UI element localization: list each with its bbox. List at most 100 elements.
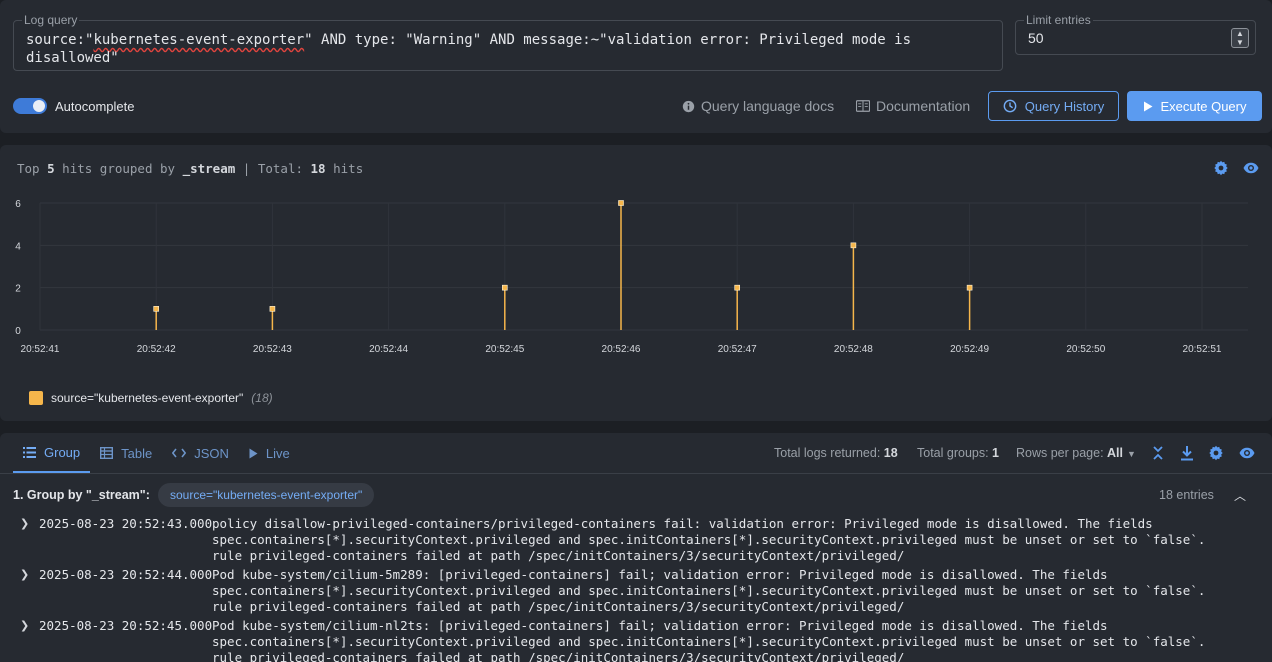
summary-mid: hits grouped by [54, 161, 183, 176]
toggle-knob [33, 100, 45, 112]
chevron-right-icon[interactable]: ❯ [20, 567, 29, 583]
logs-settings-gear-icon[interactable] [1208, 445, 1224, 461]
hits-chart: 0 2 4 6 20:52:41 20:52:42 20:52:43 20:52:44 20:5… [15, 199, 1248, 355]
x-tick-label: 20:52:50 [1066, 344, 1105, 355]
total-groups-stat: Total groups: 1 [917, 446, 999, 460]
stepper-up-icon[interactable]: ▲ [1232, 29, 1248, 38]
autocomplete-label: Autocomplete [55, 99, 135, 114]
logs-visibility-eye-icon[interactable] [1239, 445, 1255, 461]
collapse-all-icon[interactable] [1150, 445, 1166, 461]
legend-series-count: (18) [251, 391, 273, 405]
download-icon[interactable] [1179, 445, 1195, 461]
log-timestamp: 2025-08-23 20:52:43.000 [39, 516, 213, 531]
documentation-link[interactable]: Documentation [856, 98, 970, 114]
clock-icon [1003, 99, 1017, 113]
total-groups-label: Total groups: [917, 446, 993, 460]
total-groups-value: 1 [992, 446, 999, 460]
log-query-legend: Log query [22, 13, 80, 27]
log-query-input[interactable]: source:"kubernetes-event-exporter" AND t… [26, 31, 976, 67]
legend-series-label: source="kubernetes-event-exporter" [51, 391, 244, 405]
chart-point[interactable] [269, 306, 276, 312]
query-panel: Log query source:"kubernetes-event-expor… [0, 0, 1272, 133]
execute-query-button[interactable]: Execute Query [1127, 91, 1262, 121]
stepper-down-icon[interactable]: ▼ [1232, 38, 1248, 47]
chevron-right-icon[interactable]: ❯ [20, 516, 29, 532]
autocomplete-toggle[interactable] [13, 98, 47, 114]
chevron-right-icon[interactable]: ❯ [20, 618, 29, 634]
log-message: Pod kube-system/cilium-nl2ts: [privilege… [212, 618, 1206, 662]
tab-json-label: JSON [194, 445, 229, 461]
limit-entries-input[interactable]: 50 [1028, 30, 1044, 46]
total-logs-stat: Total logs returned: 18 [774, 446, 898, 460]
x-tick-label: 20:52:48 [834, 344, 873, 355]
log-message: Pod kube-system/cilium-5m289: [privilege… [212, 567, 1206, 614]
log-query-field[interactable]: Log query source:"kubernetes-event-expor… [13, 13, 1003, 71]
chart-point[interactable] [966, 284, 973, 291]
info-icon [682, 100, 695, 112]
query-text-before: source:" [26, 32, 94, 48]
tab-json[interactable]: JSON [162, 433, 239, 473]
log-timestamp: 2025-08-23 20:52:45.000 [39, 618, 213, 633]
y-tick-label: 6 [15, 199, 21, 210]
limit-entries-legend: Limit entries [1024, 13, 1093, 27]
summary-sep: | Total: [235, 161, 311, 176]
legend-swatch [29, 391, 43, 405]
chart-visibility-eye-icon[interactable] [1243, 160, 1259, 176]
play-icon [249, 448, 258, 458]
x-tick-label: 20:52:47 [718, 344, 757, 355]
summary-total: 18 [310, 161, 326, 176]
chart-legend[interactable]: source="kubernetes-event-exporter" (18) [29, 391, 273, 405]
tab-table-label: Table [121, 445, 153, 461]
code-icon [172, 448, 187, 458]
total-logs-value: 18 [883, 446, 898, 460]
y-tick-label: 0 [15, 326, 21, 337]
query-history-button[interactable]: Query History [988, 91, 1119, 121]
group-label: 1. Group by "_stream": [13, 488, 150, 502]
log-timestamp: 2025-08-23 20:52:44.000 [39, 567, 213, 582]
limit-stepper[interactable]: ▲ ▼ [1231, 28, 1249, 48]
summary-field: _stream [182, 161, 236, 176]
execute-query-label: Execute Query [1160, 98, 1247, 114]
x-tick-label: 20:52:46 [602, 344, 641, 355]
chevron-up-icon[interactable]: ︿ [1234, 487, 1246, 504]
tab-group[interactable]: Group [13, 433, 91, 473]
x-tick-label: 20:52:45 [485, 344, 524, 355]
chevron-down-icon: ▼ [1127, 449, 1136, 459]
book-icon [856, 100, 870, 112]
chart-point[interactable] [501, 284, 508, 291]
summary-top-n: 5 [47, 161, 55, 176]
log-message: policy disallow-privileged-containers/pr… [212, 516, 1206, 563]
rows-per-page-label: Rows per page: [1016, 446, 1108, 460]
query-text-flagged: kubernetes-event-exporter [93, 32, 305, 48]
query-history-label: Query History [1024, 98, 1105, 114]
table-icon [100, 447, 114, 459]
summary-prefix: Top [17, 161, 48, 176]
list-icon [23, 446, 36, 458]
tab-table[interactable]: Table [90, 433, 162, 473]
tab-live-label: Live [265, 445, 290, 461]
y-tick-label: 4 [15, 241, 21, 252]
total-logs-label: Total logs returned: [774, 446, 884, 460]
hits-chart-panel: Top 5 hits grouped by _stream | Total: 1… [0, 145, 1272, 421]
group-stream-chip[interactable]: source="kubernetes-event-exporter" [158, 483, 375, 507]
summary-suffix: hits [325, 161, 364, 176]
chart-settings-gear-icon[interactable] [1213, 160, 1229, 176]
x-tick-label: 20:52:51 [1183, 344, 1222, 355]
x-tick-label: 20:52:41 [21, 344, 60, 355]
y-tick-label: 2 [15, 284, 21, 295]
view-tabs: Group Table JSON Live [13, 433, 300, 473]
chart-point[interactable] [850, 242, 857, 249]
chart-point[interactable] [618, 200, 624, 206]
rows-per-page-value: All [1107, 446, 1124, 460]
tabs-divider [0, 473, 1272, 474]
limit-entries-field[interactable]: Limit entries 50 ▲ ▼ [1015, 13, 1256, 55]
query-language-docs-link[interactable]: Query language docs [682, 98, 834, 114]
chart-point[interactable] [153, 306, 159, 312]
tab-live[interactable]: Live [239, 433, 300, 473]
rows-per-page-select[interactable]: Rows per page: All ▼ [1016, 446, 1136, 460]
chart-point[interactable] [734, 284, 741, 291]
query-language-docs-label: Query language docs [701, 98, 835, 114]
chart-summary: Top 5 hits grouped by _stream | Total: 1… [17, 161, 363, 176]
x-tick-label: 20:52:42 [137, 344, 176, 355]
tab-group-label: Group [44, 444, 81, 460]
